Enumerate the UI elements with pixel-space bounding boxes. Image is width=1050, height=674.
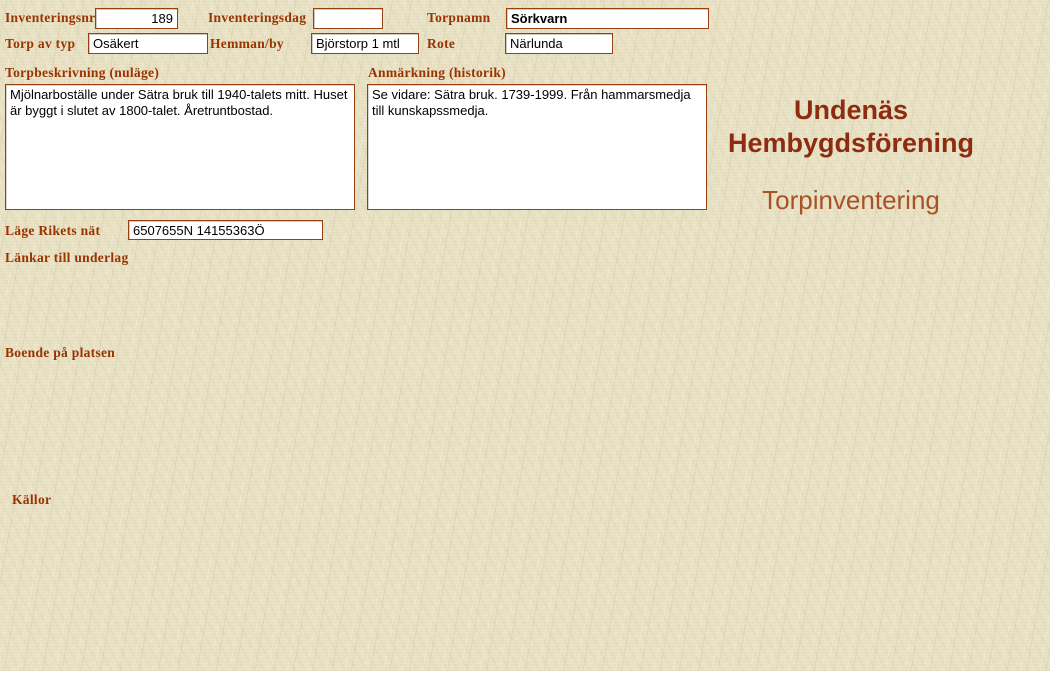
torpbeskrivning-label: Torpbeskrivning (nuläge) [5,65,160,80]
torp-av-typ-label: Torp av typ [5,36,76,51]
boende-pa-platsen-label: Boende på platsen [5,345,116,360]
inventeringsnr-field[interactable] [95,8,178,29]
torpnamn-label: Torpnamn [427,10,491,25]
rote-label: Rote [427,36,456,51]
torp-av-typ-field[interactable] [88,33,208,54]
organization-title: Undenäs Hembygdsförening [711,94,991,160]
inventeringsdag-label: Inventeringsdag [208,10,307,25]
torpinventering-form-page: Inventeringsnr Inventeringsdag Torpnamn … [0,0,1050,674]
rote-field[interactable] [505,33,613,54]
hemman-by-label: Hemman/by [210,36,284,51]
hemman-by-field[interactable] [311,33,419,54]
organization-title-line1: Undenäs [793,95,909,125]
torpbeskrivning-textarea[interactable]: Mjölnarboställe under Sätra bruk till 19… [5,84,355,210]
anmarkning-textarea[interactable]: Se vidare: Sätra bruk. 1739-1999. Från h… [367,84,707,210]
organization-title-line2: Hembygdsförening [727,128,975,158]
anmarkning-label: Anmärkning (historik) [368,65,506,80]
lage-rikets-nat-label: Läge Rikets nät [5,223,101,238]
inventeringsnr-label: Inventeringsnr [5,10,96,25]
lankar-till-underlag-label: Länkar till underlag [5,250,129,265]
lage-rikets-nat-field[interactable] [128,220,323,240]
kallor-label: Källor [12,492,52,507]
page-subtitle: Torpinventering [762,185,940,215]
torpnamn-field[interactable] [506,8,709,29]
inventeringsdag-field[interactable] [313,8,383,29]
